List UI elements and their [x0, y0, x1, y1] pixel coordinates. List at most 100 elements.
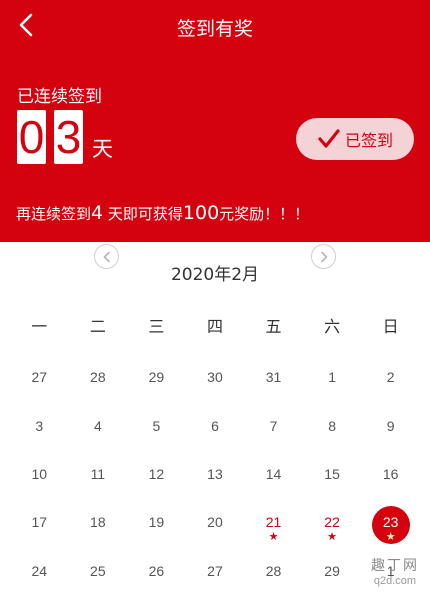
day-number: 14 [265, 466, 282, 482]
day-number: 13 [207, 466, 223, 482]
calendar-day[interactable]: 3 [10, 410, 69, 450]
day-number: 16 [382, 466, 399, 482]
watermark-name: 趣丁网 [371, 558, 419, 574]
day-number: 27 [207, 563, 223, 579]
header-banner: 签到有奖 已连续签到 0 3 天 已签到 再连续签到4 天即可获得100元奖励！… [0, 0, 430, 242]
star-icon: ★ [268, 530, 279, 543]
calendar-day[interactable]: 14 [244, 458, 303, 498]
day-number: 22 [324, 514, 340, 530]
calendar-day-today[interactable]: 23 ★ [361, 506, 420, 546]
day-number: 17 [31, 514, 48, 530]
day-number: 27 [31, 369, 48, 385]
calendar-day[interactable]: 31 [244, 361, 303, 401]
weekday-sat: 六 [324, 317, 341, 336]
day-number: 2 [386, 369, 395, 385]
signed-in-button[interactable]: 已签到 [296, 118, 414, 160]
calendar-day[interactable]: 24 [10, 555, 69, 595]
day-number: 11 [90, 466, 106, 482]
calendar-day[interactable]: 28 [69, 361, 128, 401]
day-number: 29 [324, 563, 340, 579]
calendar-day-signed[interactable]: 21 ★ [244, 506, 303, 546]
calendar-day[interactable]: 17 [10, 506, 69, 546]
star-icon: ★ [327, 530, 338, 543]
calendar-day[interactable]: 8 [303, 410, 362, 450]
reward-suffix: 元奖励！！！ [219, 205, 310, 223]
day-number: 28 [90, 369, 106, 385]
weekday-tue: 二 [89, 317, 106, 336]
calendar-week-row: 17 18 19 20 21 ★ 22 ★ 23 ★ [10, 506, 420, 546]
day-number: 1 [328, 369, 336, 385]
reward-mid: 天即可获得 [103, 205, 183, 223]
day-number: 6 [211, 418, 219, 434]
day-number: 12 [148, 466, 165, 482]
calendar-day[interactable]: 20 [186, 506, 245, 546]
day-number: 4 [93, 418, 102, 434]
day-number: 30 [207, 369, 223, 385]
day-number: 29 [148, 369, 165, 385]
reward-days: 4 [91, 202, 104, 224]
calendar-day[interactable]: 2 [361, 361, 420, 401]
day-number: 8 [328, 418, 336, 434]
calendar-day[interactable]: 10 [10, 458, 69, 498]
watermark-domain: q2d.com [373, 575, 417, 587]
month-label: 2020年2月 [170, 265, 260, 285]
reward-prefix: 再连续签到 [16, 205, 92, 223]
streak-unit: 天 [92, 137, 113, 161]
weekday-thu: 四 [206, 317, 223, 336]
day-number: 10 [31, 466, 48, 482]
weekday-fri: 五 [265, 317, 282, 336]
day-number: 19 [148, 514, 165, 530]
calendar-day[interactable]: 6 [186, 410, 245, 450]
calendar-day[interactable]: 9 [361, 410, 420, 450]
calendar-day[interactable]: 13 [186, 458, 245, 498]
day-number: 26 [148, 563, 165, 579]
calendar-day[interactable]: 11 [69, 458, 128, 498]
day-number: 31 [265, 369, 282, 385]
day-number: 18 [90, 514, 106, 530]
calendar-day[interactable]: 29 [303, 555, 362, 595]
star-icon: ★ [385, 530, 396, 543]
streak-label: 已连续签到 [17, 87, 102, 107]
day-number: 7 [269, 418, 278, 434]
calendar-day[interactable]: 12 [127, 458, 186, 498]
site-watermark: 趣丁网 q2d.com [364, 555, 426, 595]
day-number: 25 [90, 563, 106, 579]
day-number: 20 [207, 514, 223, 530]
calendar-day[interactable]: 29 [127, 361, 186, 401]
calendar-week-row: 24 25 26 27 28 29 1 [10, 555, 420, 595]
signed-in-label: 已签到 [344, 131, 393, 150]
calendar-day[interactable]: 7 [244, 410, 303, 450]
day-number: 9 [386, 418, 395, 434]
calendar-day[interactable]: 15 [303, 458, 362, 498]
day-number: 28 [265, 563, 282, 579]
calendar-week-row: 10 11 12 13 14 15 16 [10, 458, 420, 498]
day-number: 15 [324, 466, 340, 482]
calendar-day[interactable]: 5 [127, 410, 186, 450]
checkmark-icon [318, 129, 340, 148]
day-number: 21 [265, 514, 282, 530]
calendar-day[interactable]: 28 [244, 555, 303, 595]
weekday-sun: 日 [382, 317, 399, 336]
calendar-day[interactable]: 1 [303, 361, 362, 401]
calendar-day[interactable]: 30 [186, 361, 245, 401]
calendar-week-row: 3 4 5 6 7 8 9 [10, 410, 420, 450]
calendar-day[interactable]: 27 [10, 361, 69, 401]
weekday-header: 一 二 三 四 五 六 日 [10, 313, 420, 337]
streak-digit-tens: 0 [17, 110, 46, 164]
calendar-day[interactable]: 18 [69, 506, 128, 546]
calendar-week-row: 27 28 29 30 31 1 2 [10, 361, 420, 401]
day-number: 3 [35, 418, 44, 434]
weekday-wed: 三 [148, 317, 165, 336]
calendar-day[interactable]: 4 [69, 410, 128, 450]
calendar-day[interactable]: 26 [127, 555, 186, 595]
calendar-day[interactable]: 27 [186, 555, 245, 595]
calendar-day[interactable]: 19 [127, 506, 186, 546]
reward-amount: 100 [182, 202, 220, 224]
calendar-day[interactable]: 16 [361, 458, 420, 498]
reward-message: 再连续签到4 天即可获得100元奖励！！！ [16, 202, 309, 224]
weekday-mon: 一 [31, 317, 48, 336]
calendar-day-signed[interactable]: 22 ★ [303, 506, 362, 546]
calendar-day[interactable]: 25 [69, 555, 128, 595]
day-number: 23 [382, 514, 399, 530]
day-number: 5 [152, 418, 161, 434]
